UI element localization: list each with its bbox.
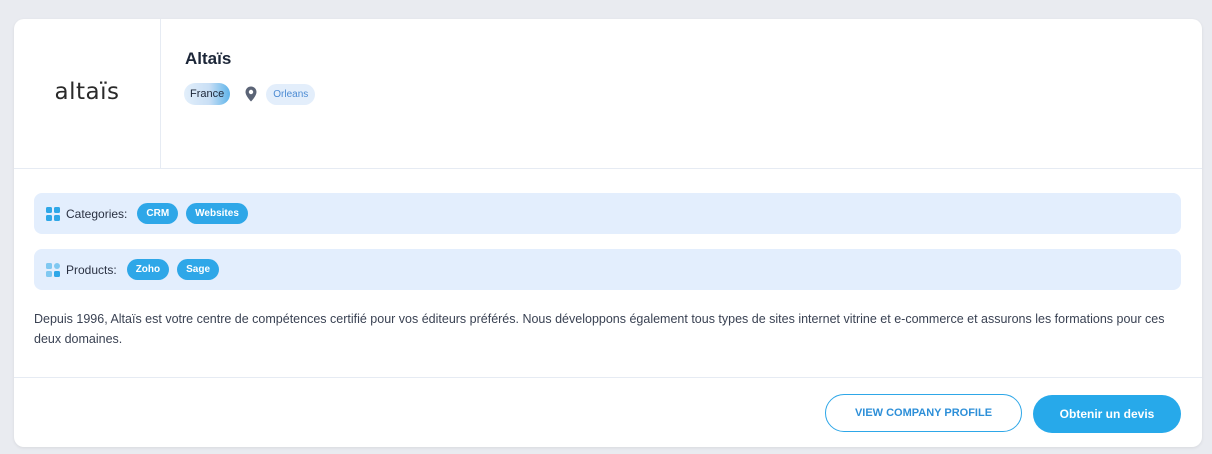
category-tag[interactable]: CRM: [137, 203, 179, 224]
company-card: altaïs Altaïs France Orleans Categories:: [14, 19, 1202, 447]
footer-divider: [14, 377, 1202, 378]
products-band: Products: Zoho Sage: [34, 249, 1181, 290]
location-pin-icon: [244, 86, 258, 102]
grid-icon: [46, 206, 60, 221]
categories-label: Categories:: [66, 206, 128, 221]
company-description: Depuis 1996, Altaïs est votre centre de …: [34, 312, 1165, 346]
card-header: altaïs Altaïs France Orleans: [14, 19, 1202, 169]
products-label: Products:: [66, 262, 117, 277]
product-tag[interactable]: Sage: [177, 259, 220, 280]
view-company-profile-button[interactable]: VIEW COMPANY PROFILE: [825, 394, 1022, 432]
product-tag[interactable]: Zoho: [126, 259, 170, 280]
company-name[interactable]: Altaïs: [185, 49, 231, 69]
categories-band: Categories: CRM Websites: [34, 193, 1181, 234]
company-logo[interactable]: altaïs: [14, 19, 161, 168]
products-icon: [46, 262, 60, 277]
city-badge: Orleans: [266, 83, 316, 105]
category-tag[interactable]: Websites: [186, 203, 248, 224]
country-badge: France: [184, 83, 231, 105]
logo-text: altaïs: [54, 78, 120, 105]
company-meta: France Orleans: [184, 83, 316, 105]
get-quote-button[interactable]: Obtenir un devis: [1033, 395, 1181, 433]
